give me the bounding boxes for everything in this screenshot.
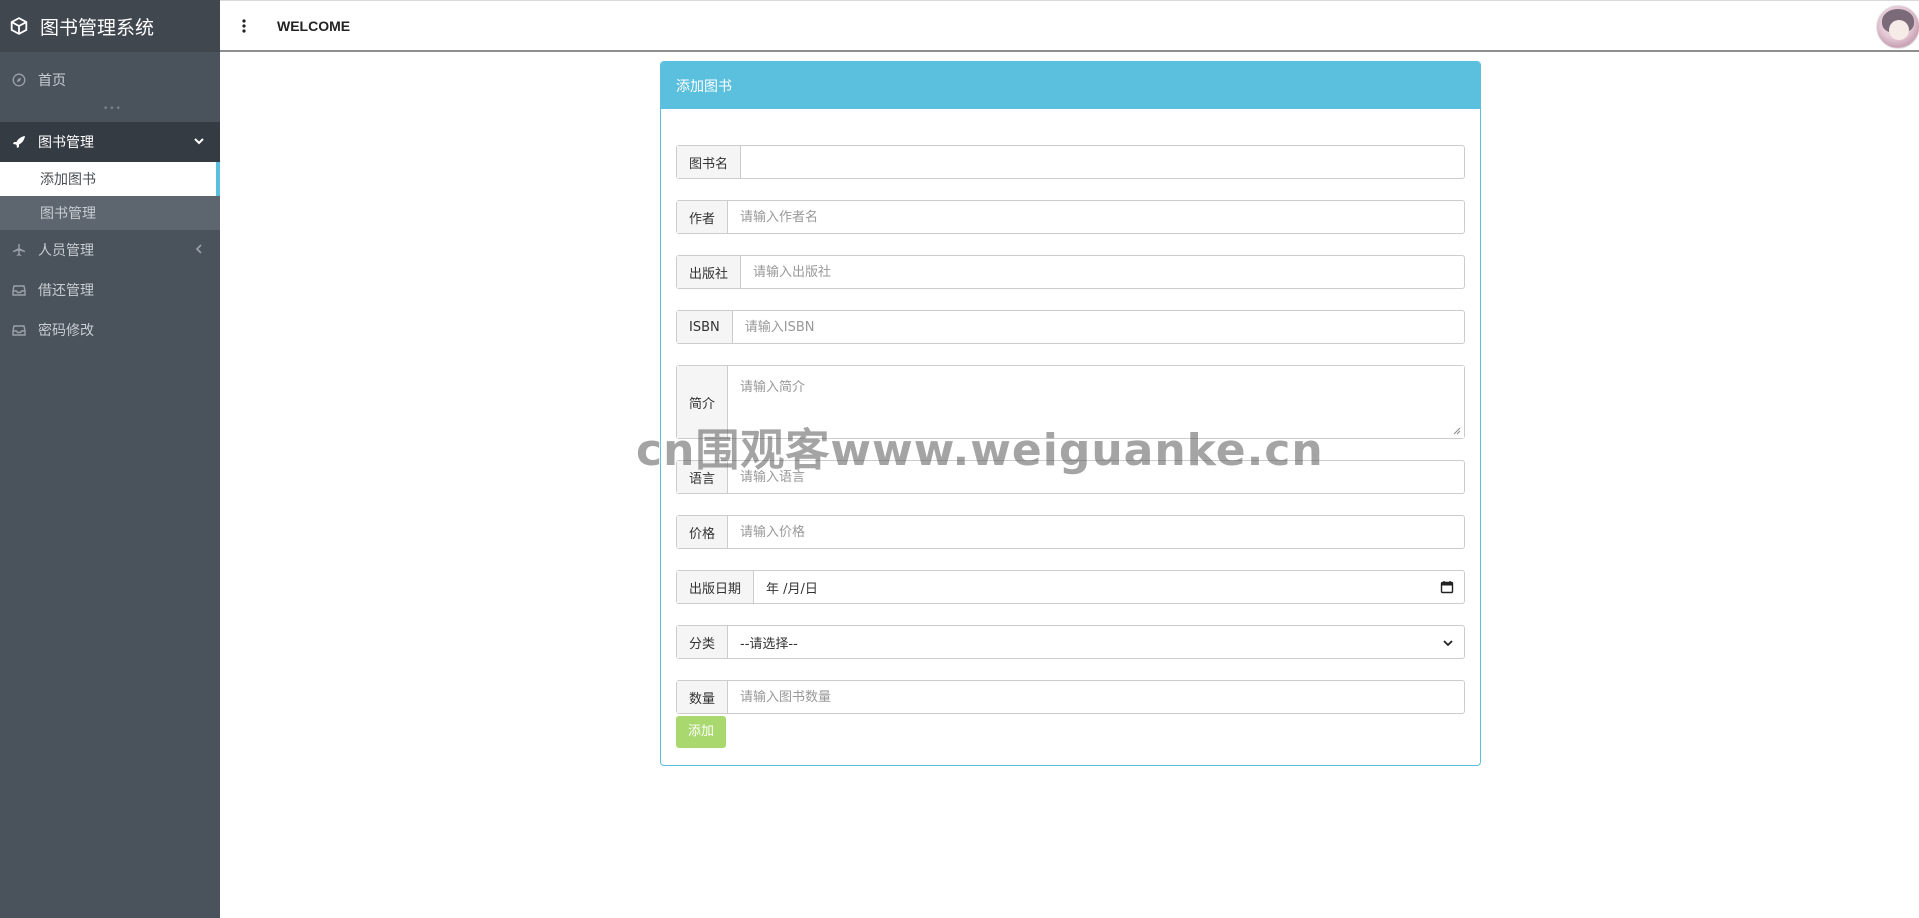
plane-icon xyxy=(13,244,25,256)
compass-icon xyxy=(12,73,26,87)
panel-title: 添加图书 xyxy=(661,62,1480,109)
field-quantity-label: 数量 xyxy=(677,681,729,713)
field-isbn-label: ISBN xyxy=(677,311,733,343)
field-isbn: ISBN xyxy=(676,310,1465,344)
field-category: 分类 --请选择-- xyxy=(676,625,1465,659)
field-book-name: 图书名 xyxy=(676,145,1465,179)
watermark: cn围观客www.weiguanke.cn xyxy=(636,425,1324,476)
add-book-button[interactable]: 添加 xyxy=(676,716,727,748)
sidebar-item-staff-label: 人员管理 xyxy=(38,243,94,259)
avatar[interactable] xyxy=(1876,5,1919,49)
app-root: 图书管理系统 首页 ••• 图书管理 添加图书 图书管理 人员管理 借还管理 密… xyxy=(0,0,1919,918)
field-pubdate: 出版日期 年 /月/日 xyxy=(676,570,1465,604)
field-price-label: 价格 xyxy=(677,516,729,548)
sidebar-item-borrow-return[interactable]: 借还管理 xyxy=(0,270,220,310)
kebab-menu-icon[interactable] xyxy=(242,18,246,34)
isbn-input[interactable] xyxy=(732,311,1464,343)
sidebar-item-book-management[interactable]: 图书管理 xyxy=(0,122,220,162)
author-input[interactable] xyxy=(728,201,1464,233)
field-author-label: 作者 xyxy=(677,201,729,233)
field-author: 作者 xyxy=(676,200,1465,234)
sidebar-subitem-add-book-label: 添加图书 xyxy=(40,172,96,188)
inbox-icon xyxy=(12,325,26,336)
pubdate-input[interactable]: 年 /月/日 xyxy=(754,571,1464,603)
inbox-icon xyxy=(12,285,26,296)
avatar-face xyxy=(1889,20,1909,40)
sidebar-item-borrow-return-label: 借还管理 xyxy=(38,283,94,299)
chevron-down-icon xyxy=(194,138,204,145)
field-pubdate-label: 出版日期 xyxy=(677,571,755,603)
field-book-name-label: 图书名 xyxy=(677,146,742,178)
publisher-input[interactable] xyxy=(741,256,1464,288)
sidebar-subitem-add-book[interactable]: 添加图书 xyxy=(0,162,220,196)
field-quantity: 数量 xyxy=(676,680,1465,714)
resize-grip-icon[interactable] xyxy=(1453,427,1461,435)
sidebar-item-password-label: 密码修改 xyxy=(38,323,94,339)
field-category-label: 分类 xyxy=(677,626,729,658)
field-price: 价格 xyxy=(676,515,1465,549)
field-publisher: 出版社 xyxy=(676,255,1465,289)
sidebar-subitem-book-list[interactable]: 图书管理 xyxy=(0,196,220,230)
sidebar-item-book-management-label: 图书管理 xyxy=(38,135,94,151)
rocket-icon xyxy=(13,136,25,148)
top-header: WELCOME xyxy=(220,0,1919,52)
calendar-icon[interactable] xyxy=(1440,580,1454,594)
price-input[interactable] xyxy=(728,516,1464,548)
sidebar-item-home-label: 首页 xyxy=(38,73,66,89)
chevron-down-icon xyxy=(1443,640,1453,647)
cube-icon xyxy=(10,17,28,35)
sidebar-item-home[interactable]: 首页 xyxy=(0,52,220,108)
quantity-input[interactable] xyxy=(728,681,1464,713)
brand[interactable]: 图书管理系统 xyxy=(0,0,220,52)
book-name-input[interactable] xyxy=(741,146,1464,178)
field-publisher-label: 出版社 xyxy=(677,256,742,288)
separator-dots: ••• xyxy=(103,104,122,114)
sidebar-subitem-book-list-label: 图书管理 xyxy=(40,206,96,222)
sidebar-item-password[interactable]: 密码修改 xyxy=(0,310,220,350)
brand-title: 图书管理系统 xyxy=(40,16,155,39)
category-select[interactable]: --请选择-- xyxy=(728,626,1464,658)
chevron-left-icon xyxy=(195,244,202,254)
header-title: WELCOME xyxy=(277,18,351,34)
sidebar: 图书管理系统 首页 ••• 图书管理 添加图书 图书管理 人员管理 借还管理 密… xyxy=(0,0,220,918)
sidebar-item-staff[interactable]: 人员管理 xyxy=(0,230,220,270)
